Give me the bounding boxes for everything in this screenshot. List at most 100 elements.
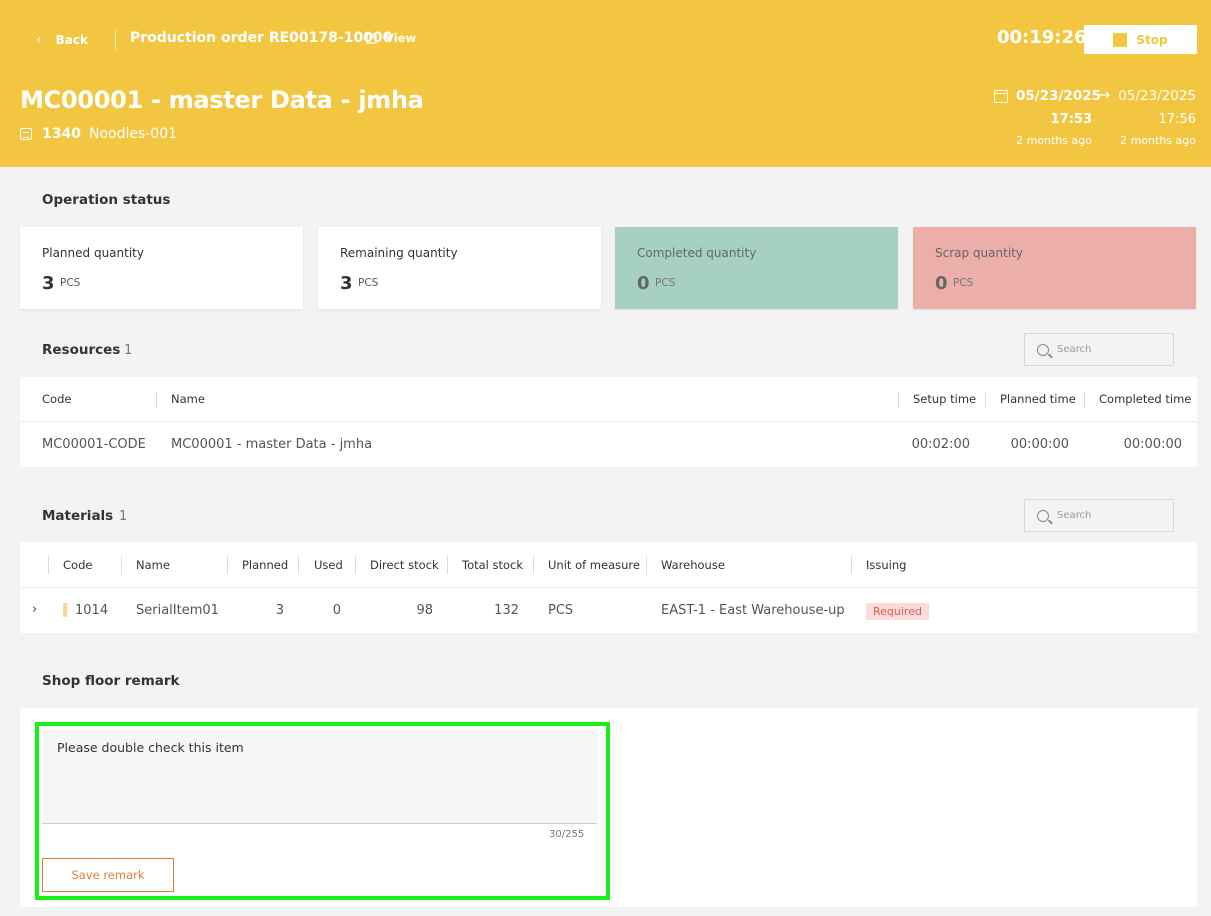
column-separator [898,391,899,409]
resources-search[interactable] [1024,333,1174,366]
row-divider [20,587,1197,588]
column-header-total-stock[interactable]: Total stock [462,558,523,572]
stop-icon [1113,32,1128,47]
column-separator [48,556,49,574]
cell-planned-time: 00:00:00 [1010,437,1069,452]
search-icon [1037,343,1049,356]
materials-search-input[interactable] [1057,510,1157,521]
materials-title: Materials [42,508,114,524]
column-separator [851,556,852,574]
chevron-right-icon[interactable]: › [32,602,37,617]
card-unit: PCS [655,277,676,289]
column-separator [227,556,228,574]
column-separator [355,556,356,574]
card-label: Completed quantity [637,246,757,260]
view-label: View [385,31,417,45]
status-badge: Required [866,603,929,620]
item-info: 1340 Noodles-001 [20,126,177,142]
column-header-unit-of-measure[interactable]: Unit of measure [548,558,640,572]
production-order-title: Production order RE00178-10000 [130,30,393,46]
char-count: 30/255 [549,829,585,840]
card-label: Remaining quantity [340,246,458,260]
cell-used: 0 [332,603,341,618]
completed-quantity-card: Completed quantity 0 PCS [615,227,898,309]
column-header-planned[interactable]: Planned [242,558,288,572]
column-separator [646,556,647,574]
card-unit: PCS [60,277,81,289]
column-header-used[interactable]: Used [314,558,343,572]
end-time: 17:56 [1158,112,1196,127]
column-separator [156,391,157,409]
item-code: 1340 [42,126,81,142]
operation-status-title: Operation status [42,192,171,208]
column-separator [985,391,986,409]
item-icon [20,128,32,140]
cell-planned: 3 [275,603,284,618]
column-separator [1084,391,1085,409]
start-time: 17:53 [1050,112,1092,127]
card-value: 0 [637,273,650,294]
column-header-name[interactable]: Name [136,558,170,572]
card-value: 0 [935,273,948,294]
start-ago: 2 months ago [1016,134,1092,147]
remark-textarea[interactable] [42,729,597,824]
header-divider [115,31,116,49]
card-label: Scrap quantity [935,246,1023,260]
resources-count: 1 [124,343,133,358]
stop-label: Stop [1136,32,1168,47]
column-header-setup-time[interactable]: Setup time [913,392,976,406]
column-separator [298,556,299,574]
calendar-icon [994,90,1008,103]
header: ‹ Back Production order RE00178-10000 Vi… [0,0,1211,167]
card-label: Planned quantity [42,246,144,260]
materials-search[interactable] [1024,499,1174,532]
end-ago: 2 months ago [1120,134,1196,147]
start-date: 05/23/2025 [1016,88,1102,104]
back-button[interactable]: ‹ Back [36,31,88,49]
cell-unit-of-measure: PCS [548,603,574,618]
chevron-left-icon: ‹ [36,32,42,48]
card-value: 3 [42,273,55,294]
materials-table: Code Name Planned Used Direct stock Tota… [20,542,1197,633]
item-name: Noodles-001 [88,126,178,142]
cell-code: MC00001-CODE [42,437,146,452]
view-link[interactable]: View [366,31,416,45]
column-header-completed-time[interactable]: Completed time [1099,392,1191,406]
row-divider [20,421,1197,422]
timer: 00:19:26 [997,27,1087,48]
search-icon [1037,509,1049,522]
card-unit: PCS [953,277,974,289]
cell-direct-stock: 98 [416,603,433,618]
cell-code: 1014 [75,603,109,618]
cell-setup-time: 00:02:00 [911,437,970,452]
column-header-name[interactable]: Name [171,392,205,406]
scrap-quantity-card: Scrap quantity 0 PCS [913,227,1196,309]
cell-name: MC00001 - master Data - jmha [171,437,373,452]
save-remark-button[interactable]: Save remark [42,858,174,892]
end-date: 05/23/2025 [1118,88,1196,104]
page-title: MC00001 - master Data - jmha [20,86,424,114]
column-separator [121,556,122,574]
stop-button[interactable]: Stop [1084,25,1197,54]
remaining-quantity-card: Remaining quantity 3 PCS [318,227,601,309]
column-header-code[interactable]: Code [42,392,71,406]
cell-total-stock: 132 [494,603,519,618]
back-label: Back [55,33,88,47]
card-unit: PCS [358,277,379,289]
column-separator [533,556,534,574]
planned-quantity-card: Planned quantity 3 PCS [20,227,303,309]
resources-search-input[interactable] [1057,344,1157,355]
column-header-issuing[interactable]: Issuing [866,558,906,572]
resources-table: Code Name Setup time Planned time Comple… [20,377,1197,467]
card-value: 3 [340,273,353,294]
arrow-right-icon: → [1097,85,1111,104]
column-header-direct-stock[interactable]: Direct stock [370,558,439,572]
column-header-code[interactable]: Code [63,558,92,572]
column-header-planned-time[interactable]: Planned time [1000,392,1076,406]
column-separator [447,556,448,574]
cell-warehouse: EAST-1 - East Warehouse-up [661,603,845,618]
resources-title: Resources [42,342,121,358]
cell-completed-time: 00:00:00 [1123,437,1182,452]
cell-name: SerialItem01 [136,603,219,618]
column-header-warehouse[interactable]: Warehouse [661,558,725,572]
